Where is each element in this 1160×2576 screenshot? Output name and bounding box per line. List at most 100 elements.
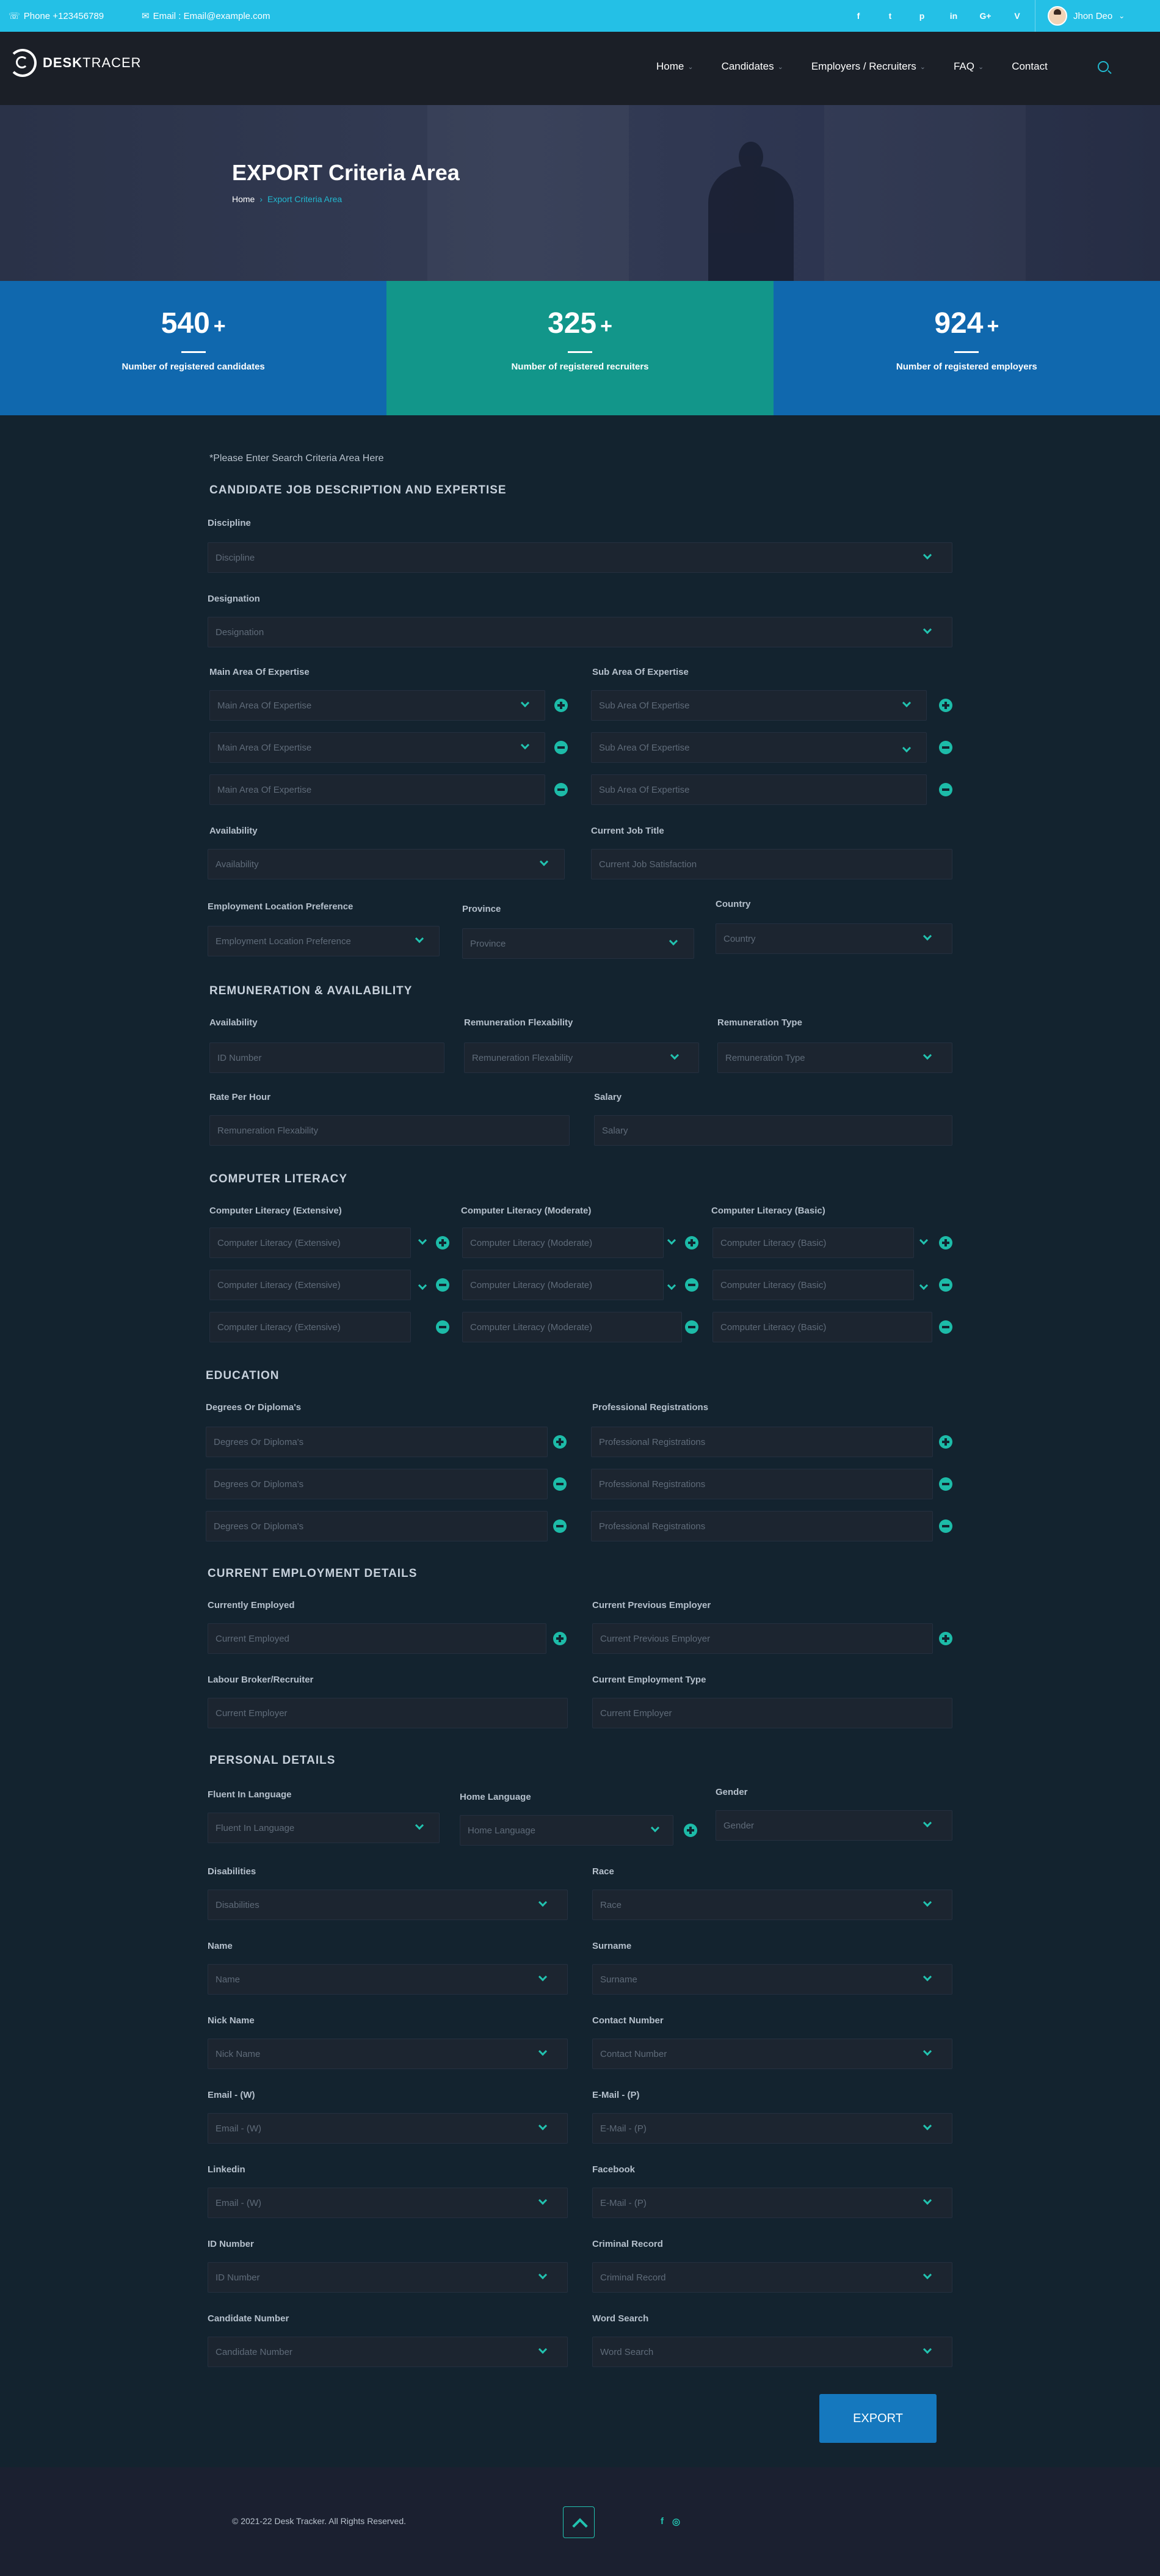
remove-degree-icon[interactable] [553, 1477, 567, 1491]
add-main-area-icon[interactable] [554, 699, 568, 712]
breadcrumb-home[interactable]: Home [232, 194, 255, 204]
export-button[interactable]: EXPORT [819, 2394, 937, 2443]
remove-cl-basic-icon[interactable] [939, 1320, 952, 1334]
add-cl-basic-icon[interactable] [939, 1236, 952, 1250]
add-prof-reg-icon[interactable] [939, 1435, 952, 1449]
facebook-icon[interactable]: f [843, 9, 874, 23]
id-number-input[interactable]: ID Number [208, 2262, 568, 2293]
email-p-input[interactable]: E-Mail - (P) [592, 2113, 952, 2144]
add-employment-icon[interactable] [553, 1632, 567, 1645]
cl-extensive-select[interactable]: Computer Literacy (Extensive) [209, 1228, 411, 1258]
cl-extensive-select[interactable]: Computer Literacy (Extensive) [209, 1270, 411, 1300]
menu-item-candidates[interactable]: Candidates ⌄ [722, 60, 783, 73]
twitter-icon[interactable]: t [874, 9, 906, 23]
vine-icon[interactable]: V [1001, 9, 1033, 23]
sub-area-select[interactable]: Sub Area Of Expertise [591, 690, 927, 721]
rate-per-hour-input[interactable]: Remuneration Flexability [209, 1115, 570, 1146]
add-cl-extensive-icon[interactable] [436, 1236, 449, 1250]
phone-contact[interactable]: ☏ Phone +123456789 [9, 10, 104, 22]
sub-area-input[interactable]: Sub Area Of Expertise [591, 774, 927, 805]
degrees-input[interactable]: Degrees Or Diploma's [206, 1427, 548, 1457]
email-contact[interactable]: ✉ Email : Email@example.com [142, 10, 270, 22]
remove-cl-extensive-icon[interactable] [436, 1278, 449, 1292]
add-home-language-icon[interactable] [684, 1824, 697, 1837]
pinterest-icon[interactable]: p [906, 9, 938, 23]
remove-prof-reg-icon[interactable] [939, 1477, 952, 1491]
add-prev-employer-icon[interactable] [939, 1632, 952, 1645]
remuneration-type-select[interactable]: Remuneration Type [717, 1042, 952, 1073]
cl-extensive-input[interactable]: Computer Literacy (Extensive) [209, 1312, 411, 1342]
degrees-input[interactable]: Degrees Or Diploma's [206, 1511, 548, 1541]
current-prev-employer-input[interactable]: Current Previous Employer [592, 1623, 933, 1654]
remove-sub-area-icon[interactable] [939, 741, 952, 754]
main-area-input[interactable]: Main Area Of Expertise [209, 774, 545, 805]
facebook-input[interactable]: E-Mail - (P) [592, 2188, 952, 2218]
remove-prof-reg-icon[interactable] [939, 1519, 952, 1533]
cl-moderate-input[interactable]: Computer Literacy (Moderate) [462, 1312, 682, 1342]
facebook-icon[interactable]: f [661, 2516, 664, 2527]
cl-moderate-select[interactable]: Computer Literacy (Moderate) [462, 1228, 664, 1258]
main-area-select[interactable]: Main Area Of Expertise [209, 690, 545, 721]
contact-number-input[interactable]: Contact Number [592, 2039, 952, 2069]
discipline-select[interactable]: Discipline [208, 542, 952, 573]
remove-main-area-icon[interactable] [554, 741, 568, 754]
remuneration-flex-select[interactable]: Remuneration Flexability [464, 1042, 699, 1073]
add-degree-icon[interactable] [553, 1435, 567, 1449]
main-area-select[interactable]: Main Area Of Expertise [209, 732, 545, 763]
remove-cl-moderate-icon[interactable] [685, 1320, 698, 1334]
salary-input[interactable]: Salary [594, 1115, 952, 1146]
instagram-icon[interactable]: ◎ [672, 2516, 680, 2527]
degrees-input[interactable]: Degrees Or Diploma's [206, 1469, 548, 1499]
candidate-number-input[interactable]: Candidate Number [208, 2337, 568, 2367]
cl-basic-select[interactable]: Computer Literacy (Basic) [712, 1270, 914, 1300]
id-number-input[interactable]: ID Number [209, 1042, 444, 1073]
currently-employed-input[interactable]: Current Employed [208, 1623, 546, 1654]
employment-type-input[interactable]: Current Employer [592, 1698, 952, 1728]
cl-basic-input[interactable]: Computer Literacy (Basic) [712, 1312, 932, 1342]
logo[interactable]: DESKTRACER [9, 49, 142, 77]
add-sub-area-icon[interactable] [939, 699, 952, 712]
email-w-input[interactable]: Email - (W) [208, 2113, 568, 2144]
gender-label: Gender [716, 1787, 748, 1797]
remove-cl-moderate-icon[interactable] [685, 1278, 698, 1292]
gender-select[interactable]: Gender [716, 1810, 952, 1841]
prof-reg-input[interactable]: Professional Registrations [591, 1469, 933, 1499]
nick-name-input[interactable]: Nick Name [208, 2039, 568, 2069]
criminal-record-select[interactable]: Criminal Record [592, 2262, 952, 2293]
search-icon[interactable] [1098, 61, 1109, 72]
prof-reg-input[interactable]: Professional Registrations [591, 1511, 933, 1541]
remove-degree-icon[interactable] [553, 1519, 567, 1533]
menu-item-employers[interactable]: Employers / Recruiters ⌄ [811, 60, 926, 73]
name-input[interactable]: Name [208, 1964, 568, 1995]
user-menu[interactable]: Jhon Deo ⌄ [1035, 0, 1125, 32]
designation-select[interactable]: Designation [208, 617, 952, 647]
google-plus-icon[interactable]: G+ [970, 9, 1001, 23]
remove-cl-extensive-icon[interactable] [436, 1320, 449, 1334]
remove-cl-basic-icon[interactable] [939, 1278, 952, 1292]
remove-sub-area-icon[interactable] [939, 783, 952, 796]
menu-item-contact[interactable]: Contact [1012, 60, 1048, 73]
word-search-input[interactable]: Word Search [592, 2337, 952, 2367]
disabilities-select[interactable]: Disabilities [208, 1890, 568, 1920]
back-to-top-button[interactable] [563, 2506, 595, 2538]
province-select[interactable]: Province [462, 928, 694, 959]
menu-item-faq[interactable]: FAQ ⌄ [954, 60, 984, 73]
availability-select[interactable]: Availability [208, 849, 565, 879]
surname-input[interactable]: Surname [592, 1964, 952, 1995]
add-cl-moderate-icon[interactable] [685, 1236, 698, 1250]
home-language-select[interactable]: Home Language [460, 1815, 673, 1846]
linkedin-input[interactable]: Email - (W) [208, 2188, 568, 2218]
sub-area-select[interactable]: Sub Area Of Expertise [591, 732, 927, 763]
fluent-language-select[interactable]: Fluent In Language [208, 1813, 440, 1843]
cl-basic-select[interactable]: Computer Literacy (Basic) [712, 1228, 914, 1258]
remove-main-area-icon[interactable] [554, 783, 568, 796]
linkedin-icon[interactable]: in [938, 9, 970, 23]
menu-item-home[interactable]: Home ⌄ [656, 60, 694, 73]
cl-moderate-select[interactable]: Computer Literacy (Moderate) [462, 1270, 664, 1300]
labour-broker-input[interactable]: Current Employer [208, 1698, 568, 1728]
employment-location-select[interactable]: Employment Location Preference [208, 926, 440, 956]
race-select[interactable]: Race [592, 1890, 952, 1920]
country-select[interactable]: Country [716, 923, 952, 954]
current-job-satisfaction-input[interactable]: Current Job Satisfaction [591, 849, 952, 879]
prof-reg-input[interactable]: Professional Registrations [591, 1427, 933, 1457]
